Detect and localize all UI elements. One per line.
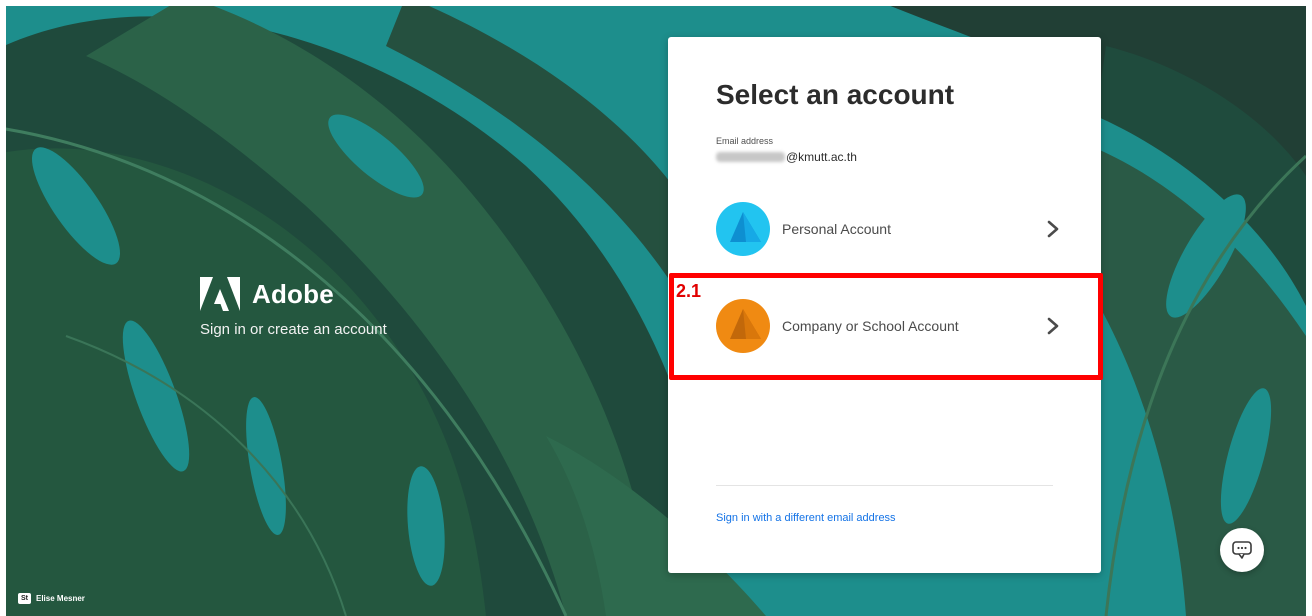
personal-account-option[interactable]: Personal Account: [716, 202, 1061, 256]
email-label: Email address: [716, 136, 774, 146]
personal-account-icon: [716, 202, 770, 256]
chat-bubble-icon: [1232, 541, 1252, 559]
brand-name: Adobe: [252, 278, 334, 309]
stock-badge-icon: St: [18, 593, 31, 604]
email-value: @kmutt.ac.th: [716, 150, 857, 164]
tutorial-highlight-box: [669, 273, 1103, 380]
personal-account-label: Personal Account: [782, 221, 891, 237]
divider: [716, 485, 1053, 486]
adobe-brand-block: Adobe Sign in or create an account: [200, 277, 387, 338]
brand-subtitle: Sign in or create an account: [200, 321, 387, 338]
page-title: Select an account: [716, 79, 955, 110]
chat-button[interactable]: [1220, 528, 1264, 572]
photo-credit: St Elise Mesner: [18, 593, 85, 604]
chevron-right-icon: [1047, 220, 1059, 238]
photo-credit-name: Elise Mesner: [36, 594, 85, 603]
different-email-link[interactable]: Sign in with a different email address: [716, 512, 896, 524]
email-domain: @kmutt.ac.th: [786, 150, 857, 164]
adobe-logo-icon: [200, 277, 240, 311]
tutorial-step-label: 2.1: [676, 281, 702, 301]
email-redacted-blur: [716, 152, 785, 162]
